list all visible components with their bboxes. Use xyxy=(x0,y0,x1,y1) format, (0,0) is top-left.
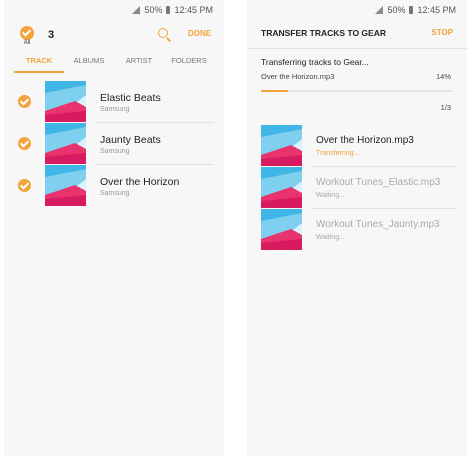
progress-bar xyxy=(261,90,453,92)
track-select-screen: 50% 12:45 PM All 3 DONE TRACK ALBUMS ART… xyxy=(4,0,224,456)
clock: 12:45 PM xyxy=(417,5,456,15)
track-row[interactable]: Jaunty Beats Samsung xyxy=(4,123,224,165)
stop-button[interactable]: STOP xyxy=(431,28,453,37)
track-row[interactable]: Elastic Beats Samsung xyxy=(4,81,224,123)
active-tab-indicator xyxy=(14,71,64,73)
battery-percent: 50% xyxy=(387,5,406,15)
progress-bar-fill xyxy=(261,90,288,92)
selection-header: All 3 DONE xyxy=(4,20,224,50)
album-art xyxy=(45,165,86,206)
check-circle-icon[interactable] xyxy=(18,95,31,108)
progress-title: Transferring tracks to Gear... xyxy=(261,57,369,67)
category-tabs: TRACK ALBUMS ARTIST FOLDERS xyxy=(14,52,214,74)
transfer-status: Waiting... xyxy=(316,234,345,241)
album-art xyxy=(261,125,302,166)
transfer-item: Over the Horizon.mp3 Transferring... xyxy=(247,125,467,167)
signal-icon xyxy=(374,6,384,14)
transfer-file-name: Workout Tunes_Elastic.mp3 xyxy=(316,177,441,188)
album-art xyxy=(261,167,302,208)
tab-artist[interactable]: ARTIST xyxy=(114,52,164,72)
done-button[interactable]: DONE xyxy=(188,29,211,38)
tab-track[interactable]: TRACK xyxy=(14,52,64,72)
selected-count: 3 xyxy=(48,29,55,41)
check-circle-icon[interactable] xyxy=(18,137,31,150)
transfer-file-name: Workout Tunes_Jaunty.mp3 xyxy=(316,219,440,230)
track-title: Over the Horizon xyxy=(100,176,180,188)
search-icon[interactable] xyxy=(157,27,173,43)
status-bar: 50% 12:45 PM xyxy=(247,0,467,20)
album-art xyxy=(45,81,86,122)
track-artist: Samsung xyxy=(100,190,130,197)
progress-percent: 14% xyxy=(435,72,451,81)
album-art xyxy=(45,123,86,164)
battery-icon xyxy=(166,6,171,14)
signal-icon xyxy=(131,6,141,14)
battery-percent: 50% xyxy=(144,5,163,15)
track-title: Jaunty Beats xyxy=(100,134,161,146)
transfer-header: TRANSFER TRACKS TO GEAR STOP xyxy=(247,20,467,48)
transfer-item: Workout Tunes_Elastic.mp3 Waiting... xyxy=(247,167,467,209)
battery-icon xyxy=(409,6,414,14)
tab-albums[interactable]: ALBUMS xyxy=(64,52,114,72)
track-title: Elastic Beats xyxy=(100,92,161,104)
track-row[interactable]: Over the Horizon Samsung xyxy=(4,165,224,207)
select-all-label: All xyxy=(23,40,31,46)
transfer-status: Transferring... xyxy=(316,150,360,157)
current-file-name: Over the Horizon.mp3 xyxy=(261,72,335,81)
status-bar: 50% 12:45 PM xyxy=(4,0,224,20)
select-all-checkbox[interactable] xyxy=(20,26,34,40)
transfer-count: 1/3 xyxy=(440,103,451,112)
album-art xyxy=(261,209,302,250)
transfer-file-name: Over the Horizon.mp3 xyxy=(316,135,414,146)
check-circle-icon[interactable] xyxy=(18,179,31,192)
header-divider xyxy=(247,48,467,49)
clock: 12:45 PM xyxy=(174,5,213,15)
tab-folders[interactable]: FOLDERS xyxy=(164,52,214,72)
transfer-status: Waiting... xyxy=(316,192,345,199)
transfer-item: Workout Tunes_Jaunty.mp3 Waiting... xyxy=(247,209,467,251)
page-title: TRANSFER TRACKS TO GEAR xyxy=(261,28,386,38)
transfer-screen: 50% 12:45 PM TRANSFER TRACKS TO GEAR STO… xyxy=(247,0,467,456)
track-artist: Samsung xyxy=(100,106,130,113)
track-artist: Samsung xyxy=(100,148,130,155)
